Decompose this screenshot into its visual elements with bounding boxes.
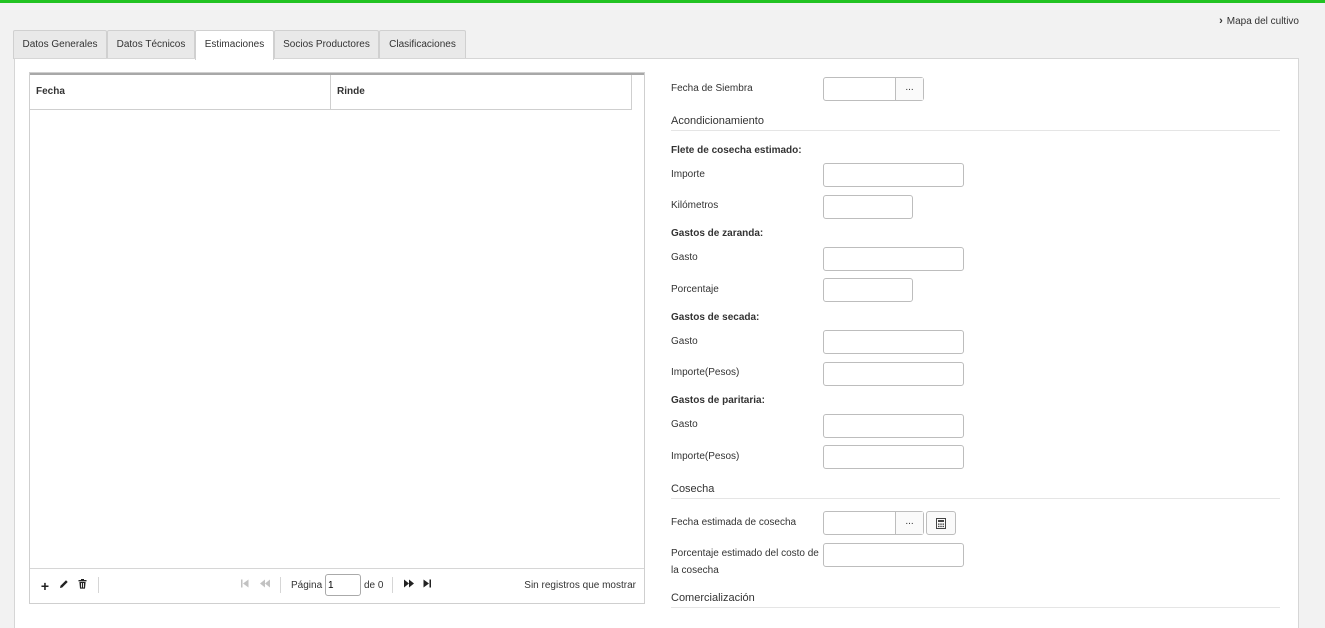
porcentaje-cosecha-input[interactable] xyxy=(823,543,964,567)
flete-km-input[interactable] xyxy=(823,195,913,219)
pager-separator xyxy=(280,577,281,593)
tab-datos-tecnicos[interactable]: Datos Técnicos xyxy=(107,30,195,59)
last-page-icon[interactable] xyxy=(420,579,434,593)
empty-records-message: Sin registros que mostrar xyxy=(524,580,636,591)
secada-importe-label: Importe(Pesos) xyxy=(671,367,740,378)
pager-separator xyxy=(392,577,393,593)
flete-km-label: Kilómetros xyxy=(671,200,719,211)
section-cosecha: Cosecha xyxy=(671,483,1280,499)
fecha-cosecha-picker: ... xyxy=(823,511,924,535)
paritaria-importe-input[interactable] xyxy=(823,445,964,469)
edit-icon[interactable] xyxy=(57,579,71,593)
fecha-siembra-input[interactable] xyxy=(824,78,896,100)
zaranda-title: Gastos de zaranda: xyxy=(671,228,764,239)
tab-datos-generales[interactable]: Datos Generales xyxy=(13,30,107,59)
zaranda-gasto-input[interactable] xyxy=(823,247,964,271)
delete-icon[interactable] xyxy=(75,579,89,593)
next-page-icon[interactable] xyxy=(402,579,416,593)
column-header-rinde[interactable]: Rinde xyxy=(331,75,631,109)
prev-page-icon[interactable] xyxy=(258,579,272,593)
secada-title: Gastos de secada: xyxy=(671,312,760,323)
flete-importe-label: Importe xyxy=(671,169,705,180)
fecha-siembra-calendar-button[interactable]: ... xyxy=(895,78,923,100)
grid-header: Fecha Rinde xyxy=(30,75,632,110)
zaranda-porcentaje-input[interactable] xyxy=(823,278,913,302)
fecha-cosecha-calendar-button[interactable]: ... xyxy=(895,512,923,534)
section-comercializacion: Comercialización xyxy=(671,592,1280,608)
zaranda-gasto-label: Gasto xyxy=(671,252,698,263)
page-label: Página xyxy=(291,580,323,591)
map-link-label: Mapa del cultivo xyxy=(1226,16,1299,27)
fecha-cosecha-label: Fecha estimada de cosecha xyxy=(671,517,797,528)
map-link[interactable]: › Mapa del cultivo xyxy=(1219,15,1299,27)
page-number-input[interactable] xyxy=(325,574,361,596)
fecha-cosecha-input[interactable] xyxy=(824,512,896,534)
secada-gasto-input[interactable] xyxy=(823,330,964,354)
estimaciones-grid: Fecha Rinde + Página de 0 Sin registros … xyxy=(29,72,645,604)
flete-title: Flete de cosecha estimado: xyxy=(671,145,802,156)
fecha-siembra-picker: ... xyxy=(823,77,924,101)
paritaria-gasto-label: Gasto xyxy=(671,419,698,430)
first-page-icon[interactable] xyxy=(238,579,252,593)
tab-socios-productores[interactable]: Socios Productores xyxy=(274,30,379,59)
paritaria-gasto-input[interactable] xyxy=(823,414,964,438)
secada-importe-input[interactable] xyxy=(823,362,964,386)
secada-gasto-label: Gasto xyxy=(671,336,698,347)
section-acondicionamiento: Acondicionamiento xyxy=(671,115,1280,131)
fecha-siembra-label: Fecha de Siembra xyxy=(671,83,753,94)
zaranda-porcentaje-label: Porcentaje xyxy=(671,284,719,295)
add-icon[interactable]: + xyxy=(38,579,52,593)
chevron-right-icon: › xyxy=(1219,15,1223,27)
paritaria-importe-label: Importe(Pesos) xyxy=(671,451,740,462)
calculator-button[interactable] xyxy=(926,511,956,535)
tab-estimaciones[interactable]: Estimaciones xyxy=(195,30,274,60)
calculator-icon xyxy=(936,518,946,529)
page-count-label: de 0 xyxy=(364,580,384,591)
grid-pager: + Página de 0 Sin registros que mostrar xyxy=(30,568,644,603)
paritaria-title: Gastos de paritaria: xyxy=(671,395,765,406)
flete-importe-input[interactable] xyxy=(823,163,964,187)
tab-clasificaciones[interactable]: Clasificaciones xyxy=(379,30,466,59)
porcentaje-cosecha-label-line2: la cosecha xyxy=(671,565,719,576)
porcentaje-cosecha-label-line1: Porcentaje estimado del costo de xyxy=(671,548,819,559)
column-header-fecha[interactable]: Fecha xyxy=(30,75,331,109)
pager-separator xyxy=(98,577,99,593)
